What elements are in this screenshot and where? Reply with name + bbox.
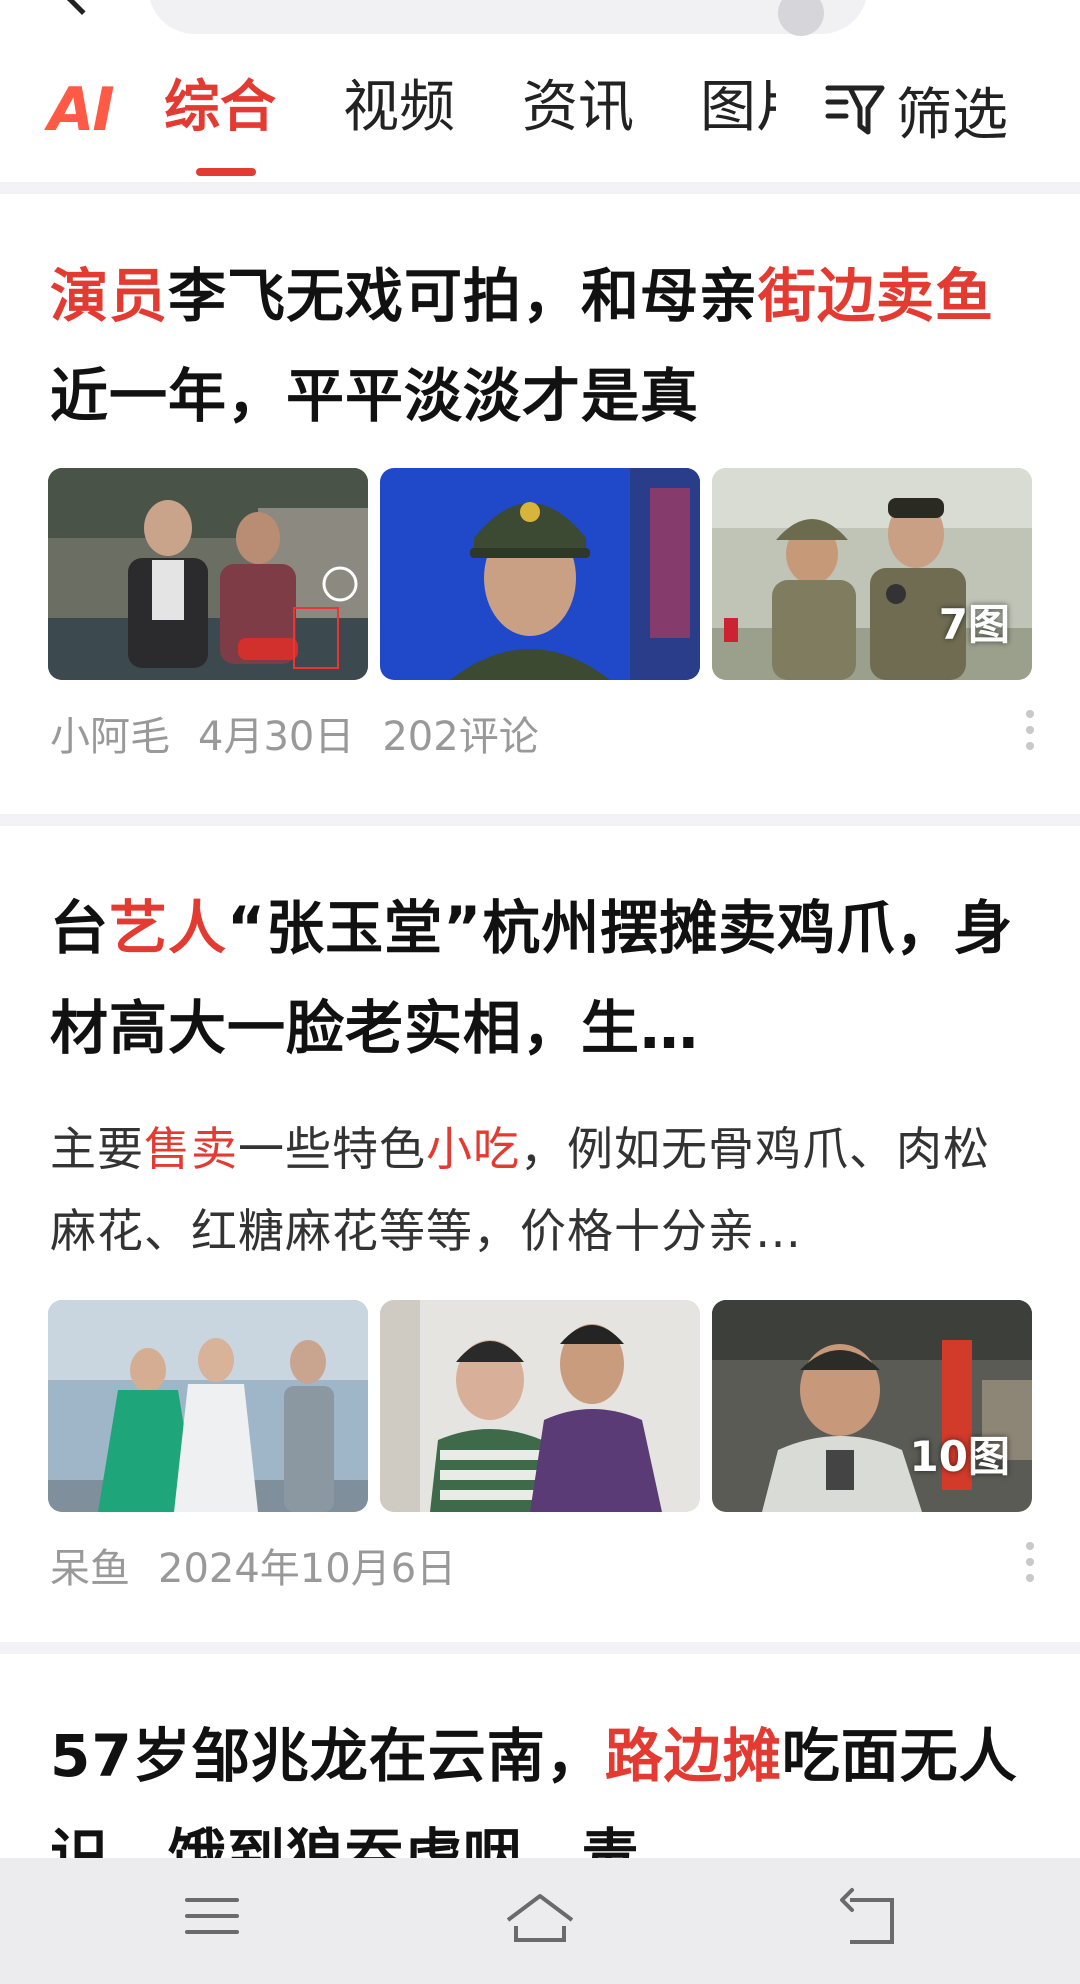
tab-news[interactable]: 资讯 [522, 80, 634, 136]
headline-text: 台 [50, 894, 110, 962]
image-gallery[interactable]: 10图 [48, 1300, 1032, 1512]
search-input[interactable] [148, 0, 868, 34]
headline-keyword: 街边卖鱼 [758, 262, 995, 330]
thumbnail-image[interactable]: 10图 [712, 1300, 1032, 1512]
comment-count: 202评论 [382, 714, 539, 760]
headline-text: 李飞无戏可拍，和母亲 [168, 262, 759, 330]
snippet-text: 一些特色 [238, 1122, 426, 1176]
tab-video[interactable]: 视频 [343, 80, 455, 136]
tab-comprehensive[interactable]: 综合 [164, 80, 276, 136]
thumbnail-image[interactable]: 7图 [712, 468, 1032, 680]
thumbnail-image[interactable] [380, 1300, 700, 1512]
article-headline[interactable]: 演员李飞无戏可拍，和母亲街边卖鱼近一年，平平淡淡才是真 [50, 246, 1040, 446]
snippet-text: 主要 [50, 1122, 144, 1176]
author-name[interactable]: 小阿毛 [50, 704, 170, 762]
article-headline[interactable]: 57岁邹兆龙在云南，路边摊吃面无人识，饿到狼吞虎咽，毒 [50, 1706, 1040, 1858]
headline-text: 近一年，平平淡淡才是真 [50, 362, 700, 430]
headline-keyword: 艺人 [109, 894, 228, 962]
article-meta: 小阿毛 4月30日 202评论 [50, 704, 539, 762]
article-snippet: 主要售卖一些特色小吃，例如无骨鸡爪、肉松麻花、红糖麻花等等，价格十分亲… [50, 1108, 1030, 1272]
publish-date: 4月30日 [198, 714, 355, 760]
search-bar-area [0, 0, 1080, 40]
headline-text: 57岁邹兆龙在云南， [50, 1722, 605, 1790]
article-meta: 呆鱼 2024年10月6日 [50, 1536, 456, 1594]
article-card[interactable]: 57岁邹兆龙在云南，路边摊吃面无人识，饿到狼吞虎咽，毒 [0, 1654, 1080, 1858]
divider [0, 1642, 1080, 1654]
tab-ai[interactable]: AI [48, 80, 115, 140]
divider [0, 182, 1080, 194]
image-gallery[interactable]: 7图 [48, 468, 1032, 680]
publish-date: 2024年10月6日 [158, 1546, 457, 1592]
filter-button[interactable]: 筛选 [818, 80, 1008, 148]
more-vertical-icon[interactable] [1026, 710, 1036, 750]
headline-keyword: 演员 [50, 262, 169, 330]
chevron-left-icon[interactable] [65, 0, 99, 15]
thumbnail-image[interactable] [48, 1300, 368, 1512]
article-headline[interactable]: 台艺人“张玉堂”杭州摆摊卖鸡爪，身材高大一脸老实相，生… [50, 878, 1040, 1078]
more-vertical-icon[interactable] [1026, 1542, 1036, 1582]
snippet-keyword: 小吃 [426, 1122, 520, 1176]
image-count-badge: 10图 [909, 1432, 1010, 1481]
snippet-keyword: 售卖 [144, 1122, 238, 1176]
image-count-badge: 7图 [938, 600, 1010, 649]
filter-label: 筛选 [896, 82, 1008, 148]
back-icon[interactable] [830, 1886, 910, 1956]
tab-images[interactable]: 图片 [700, 80, 776, 136]
article-card[interactable]: 台艺人“张玉堂”杭州摆摊卖鸡爪，身材高大一脸老实相，生… 主要售卖一些特色小吃，… [0, 826, 1080, 1642]
filter-funnel-icon [824, 82, 886, 138]
home-icon[interactable] [500, 1886, 580, 1956]
article-card[interactable]: 演员李飞无戏可拍，和母亲街边卖鱼近一年，平平淡淡才是真 7图 小阿毛 4月30日… [0, 194, 1080, 814]
system-navigation-bar [0, 1858, 1080, 1984]
category-tabs: AI 综合 视频 资讯 图片 筛选 [0, 70, 1080, 180]
thumbnail-image[interactable] [380, 468, 700, 680]
active-tab-indicator [196, 168, 256, 176]
menu-icon[interactable] [172, 1886, 252, 1956]
divider [0, 814, 1080, 826]
headline-keyword: 路边摊 [604, 1722, 782, 1790]
thumbnail-image[interactable] [48, 468, 368, 680]
author-name[interactable]: 呆鱼 [50, 1536, 130, 1594]
